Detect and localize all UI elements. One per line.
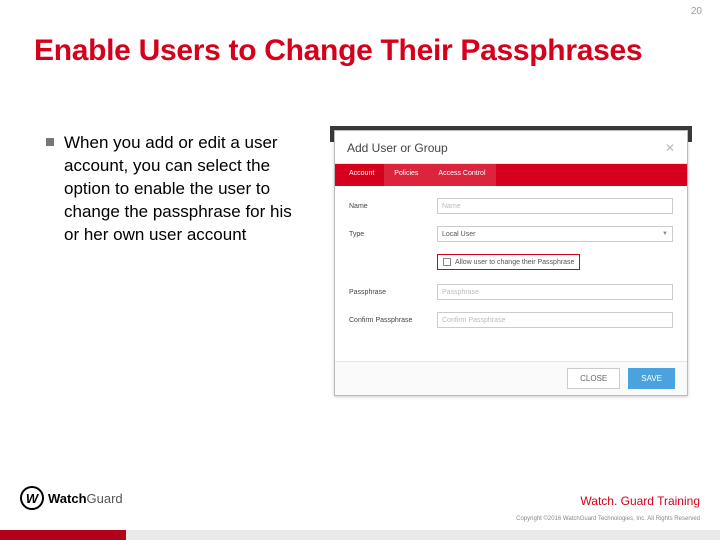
- row-type: Type Local User ▼: [349, 226, 673, 242]
- logo-text-rest: Guard: [87, 491, 123, 506]
- bullet-marker-icon: [46, 138, 54, 146]
- bullet-list: When you add or edit a user account, you…: [46, 132, 294, 247]
- tab-policies[interactable]: Policies: [384, 164, 428, 186]
- row-confirm-passphrase: Confirm Passphrase Confirm Passphrase: [349, 312, 673, 328]
- footer-gray-bar: [126, 530, 720, 540]
- bullet-text: When you add or edit a user account, you…: [64, 132, 294, 247]
- select-type[interactable]: Local User ▼: [437, 226, 673, 242]
- tab-bar: Account Policies Access Control: [335, 164, 687, 186]
- modal-button-bar: CLOSE SAVE: [335, 361, 687, 395]
- modal-header: Add User or Group ✕: [335, 131, 687, 164]
- tab-access-control[interactable]: Access Control: [428, 164, 495, 186]
- close-button[interactable]: CLOSE: [567, 368, 620, 389]
- form-area: Name Name Type Local User ▼ Allow user t…: [335, 186, 687, 352]
- label-name: Name: [349, 203, 427, 210]
- label-type: Type: [349, 231, 427, 238]
- tab-bar-fill: [496, 164, 688, 186]
- bullet-item: When you add or edit a user account, you…: [46, 132, 294, 247]
- copyright-text: Copyright ©2016 WatchGuard Technologies,…: [516, 516, 700, 522]
- logo-text: WatchGuard: [48, 491, 123, 506]
- checkbox-icon[interactable]: [443, 258, 451, 266]
- checkbox-label: Allow user to change their Passphrase: [455, 259, 574, 266]
- save-button[interactable]: SAVE: [628, 368, 675, 389]
- brand-logo: W WatchGuard: [20, 486, 123, 510]
- row-passphrase: Passphrase Passphrase: [349, 284, 673, 300]
- tab-account[interactable]: Account: [339, 164, 384, 186]
- label-confirm-passphrase: Confirm Passphrase: [349, 317, 427, 324]
- logo-text-bold: Watch: [48, 491, 87, 506]
- slide: 20 Enable Users to Change Their Passphra…: [0, 0, 720, 540]
- modal-dialog: Add User or Group ✕ Account Policies Acc…: [334, 130, 688, 396]
- slide-title: Enable Users to Change Their Passphrases: [34, 34, 642, 68]
- logo-mark-icon: W: [20, 486, 44, 510]
- select-type-value: Local User: [442, 231, 475, 238]
- chevron-down-icon: ▼: [662, 231, 668, 237]
- allow-change-passphrase-option[interactable]: Allow user to change their Passphrase: [437, 254, 580, 270]
- training-label: Watch. Guard Training: [580, 494, 700, 508]
- input-passphrase[interactable]: Passphrase: [437, 284, 673, 300]
- input-name[interactable]: Name: [437, 198, 673, 214]
- input-confirm-passphrase[interactable]: Confirm Passphrase: [437, 312, 673, 328]
- modal-title: Add User or Group: [347, 141, 448, 155]
- footer-accent-bar: [0, 530, 126, 540]
- label-passphrase: Passphrase: [349, 289, 427, 296]
- page-number: 20: [691, 6, 702, 17]
- close-icon[interactable]: ✕: [665, 141, 675, 155]
- row-name: Name Name: [349, 198, 673, 214]
